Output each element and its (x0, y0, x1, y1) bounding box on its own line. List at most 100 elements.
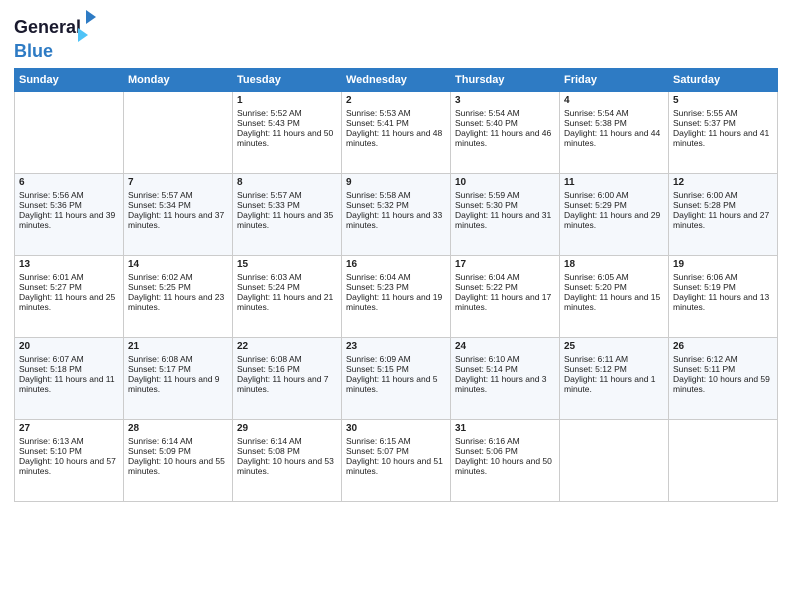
day-number: 14 (128, 259, 228, 270)
calendar-cell: 30 Sunrise: 6:15 AMSunset: 5:07 PMDayligh… (342, 419, 451, 501)
day-info: Sunrise: 6:03 AM (237, 272, 337, 282)
day-info: Sunset: 5:33 PM (237, 200, 337, 210)
day-number: 29 (237, 423, 337, 434)
day-info: Sunrise: 5:58 AM (346, 190, 446, 200)
day-info: Sunrise: 6:01 AM (19, 272, 119, 282)
day-info: Sunrise: 6:15 AM (346, 436, 446, 446)
day-info: Sunset: 5:10 PM (19, 446, 119, 456)
day-info: Sunset: 5:43 PM (237, 118, 337, 128)
day-info: Daylight: 11 hours and 27 minutes. (673, 210, 773, 230)
day-info: Daylight: 11 hours and 15 minutes. (564, 292, 664, 312)
calendar-cell: 23Sunrise: 6:09 AMSunset: 5:15 PMDayligh… (342, 337, 451, 419)
day-info: Daylight: 10 hours and 55 minutes. (128, 456, 228, 476)
day-info: Sunset: 5:38 PM (564, 118, 664, 128)
day-info: Sunset: 5:16 PM (237, 364, 337, 374)
day-info: Sunrise: 5:57 AM (128, 190, 228, 200)
day-info: Sunset: 5:17 PM (128, 364, 228, 374)
day-info: Sunset: 5:09 PM (128, 446, 228, 456)
day-info: Sunset: 5:08 PM (237, 446, 337, 456)
day-info: Daylight: 11 hours and 23 minutes. (128, 292, 228, 312)
calendar-cell: 11Sunrise: 6:00 AMSunset: 5:29 PMDayligh… (560, 173, 669, 255)
calendar-cell: 22 Sunrise: 6:08 AMSunset: 5:16 PMDayligh… (233, 337, 342, 419)
day-info: Daylight: 11 hours and 7 minutes. (237, 374, 337, 394)
day-info: Daylight: 11 hours and 48 minutes. (346, 128, 446, 148)
calendar-cell: 20Sunrise: 6:07 AMSunset: 5:18 PMDayligh… (15, 337, 124, 419)
calendar-cell: 1Sunrise: 5:52 AMSunset: 5:43 PMDaylight… (233, 91, 342, 173)
day-info: Sunset: 5:24 PM (237, 282, 337, 292)
day-info: Daylight: 10 hours and 51 minutes. (346, 456, 446, 476)
calendar-cell: 2Sunrise: 5:53 AMSunset: 5:41 PMDaylight… (342, 91, 451, 173)
calendar-cell: 13Sunrise: 6:01 AMSunset: 5:27 PMDayligh… (15, 255, 124, 337)
day-number: 6 (19, 177, 119, 188)
day-info: Daylight: 10 hours and 53 minutes. (237, 456, 337, 476)
day-info: Daylight: 11 hours and 37 minutes. (128, 210, 228, 230)
calendar-cell: 28Sunrise: 6:14 AMSunset: 5:09 PMDayligh… (124, 419, 233, 501)
calendar-cell: 9Sunrise: 5:58 AMSunset: 5:32 PMDaylight… (342, 173, 451, 255)
day-number: 3 (455, 95, 555, 106)
calendar-cell: 3Sunrise: 5:54 AMSunset: 5:40 PMDaylight… (451, 91, 560, 173)
day-number: 26 (673, 341, 773, 352)
day-number: 22 (237, 341, 337, 352)
day-info: Daylight: 11 hours and 17 minutes. (455, 292, 555, 312)
day-number: 27 (19, 423, 119, 434)
day-info: Sunrise: 6:16 AM (455, 436, 555, 446)
day-info: Sunset: 5:36 PM (19, 200, 119, 210)
day-info: Sunrise: 6:04 AM (455, 272, 555, 282)
calendar-cell: 5Sunrise: 5:55 AMSunset: 5:37 PMDaylight… (669, 91, 778, 173)
calendar-cell: 4Sunrise: 5:54 AMSunset: 5:38 PMDaylight… (560, 91, 669, 173)
day-info: Daylight: 11 hours and 33 minutes. (346, 210, 446, 230)
day-info: Daylight: 11 hours and 9 minutes. (128, 374, 228, 394)
day-info: Sunrise: 6:07 AM (19, 354, 119, 364)
day-info: Sunrise: 6:08 AM (237, 354, 337, 364)
day-number: 11 (564, 177, 664, 188)
day-info: Sunset: 5:06 PM (455, 446, 555, 456)
day-info: Sunrise: 5:59 AM (455, 190, 555, 200)
day-info: Daylight: 11 hours and 39 minutes. (19, 210, 119, 230)
day-info: Daylight: 11 hours and 1 minute. (564, 374, 664, 394)
day-info: Sunset: 5:23 PM (346, 282, 446, 292)
weekday-header-friday: Friday (560, 68, 669, 91)
day-number: 1 (237, 95, 337, 106)
calendar-cell: 25 Sunrise: 6:11 AMSunset: 5:12 PMDayligh… (560, 337, 669, 419)
weekday-header-thursday: Thursday (451, 68, 560, 91)
day-info: Sunset: 5:07 PM (346, 446, 446, 456)
calendar-cell: 26Sunrise: 6:12 AMSunset: 5:11 PMDayligh… (669, 337, 778, 419)
day-number: 25 (564, 341, 664, 352)
calendar-cell (124, 91, 233, 173)
day-info: Daylight: 11 hours and 50 minutes. (237, 128, 337, 148)
calendar-cell: 14Sunrise: 6:02 AMSunset: 5:25 PMDayligh… (124, 255, 233, 337)
day-info: Sunrise: 6:05 AM (564, 272, 664, 282)
day-number: 8 (237, 177, 337, 188)
day-info: Daylight: 10 hours and 59 minutes. (673, 374, 773, 394)
day-info: Sunrise: 6:13 AM (19, 436, 119, 446)
day-info: Sunrise: 6:00 AM (564, 190, 664, 200)
calendar-cell: 16Sunrise: 6:04 AMSunset: 5:23 PMDayligh… (342, 255, 451, 337)
day-number: 18 (564, 259, 664, 270)
calendar-cell: 12Sunrise: 6:00 AMSunset: 5:28 PMDayligh… (669, 173, 778, 255)
day-number: 30 (346, 423, 446, 434)
day-info: Sunrise: 6:11 AM (564, 354, 664, 364)
weekday-header-tuesday: Tuesday (233, 68, 342, 91)
weekday-header-monday: Monday (124, 68, 233, 91)
day-info: Sunset: 5:30 PM (455, 200, 555, 210)
day-number: 7 (128, 177, 228, 188)
day-info: Sunset: 5:15 PM (346, 364, 446, 374)
day-info: Daylight: 11 hours and 21 minutes. (237, 292, 337, 312)
logo: General Blue (14, 14, 96, 62)
day-info: Sunrise: 6:04 AM (346, 272, 446, 282)
day-info: Sunset: 5:12 PM (564, 364, 664, 374)
day-info: Daylight: 11 hours and 5 minutes. (346, 374, 446, 394)
day-info: Sunset: 5:32 PM (346, 200, 446, 210)
day-info: Sunrise: 6:10 AM (455, 354, 555, 364)
day-info: Daylight: 11 hours and 3 minutes. (455, 374, 555, 394)
day-info: Sunrise: 5:56 AM (19, 190, 119, 200)
day-info: Sunrise: 6:08 AM (128, 354, 228, 364)
day-info: Sunrise: 6:06 AM (673, 272, 773, 282)
calendar-cell: 8Sunrise: 5:57 AMSunset: 5:33 PMDaylight… (233, 173, 342, 255)
day-number: 20 (19, 341, 119, 352)
calendar-table: SundayMondayTuesdayWednesdayThursdayFrid… (14, 68, 778, 502)
day-info: Daylight: 11 hours and 13 minutes. (673, 292, 773, 312)
calendar-cell (560, 419, 669, 501)
calendar-cell: 17Sunrise: 6:04 AMSunset: 5:22 PMDayligh… (451, 255, 560, 337)
day-info: Sunrise: 5:54 AM (455, 108, 555, 118)
